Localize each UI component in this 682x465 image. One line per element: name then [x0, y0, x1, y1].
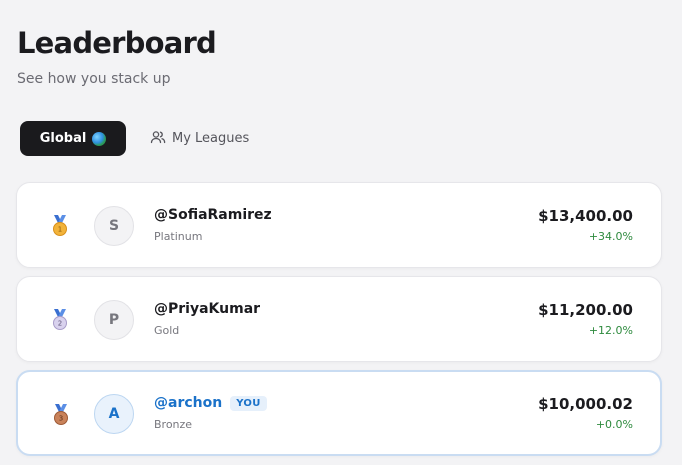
portfolio-amount: $13,400.00 [538, 207, 633, 225]
percent-change: +0.0% [595, 418, 633, 431]
avatar: A [94, 394, 134, 434]
username-text: @archon [154, 395, 223, 411]
tier-label: Gold [154, 324, 180, 337]
username-text: @PriyaKumar [154, 301, 261, 317]
tier-label: Bronze [154, 418, 193, 431]
svg-text:1: 1 [58, 226, 62, 234]
avatar: S [94, 206, 134, 246]
username[interactable]: @PriyaKumar [154, 301, 260, 317]
silver-medal-icon: 2 [51, 309, 69, 331]
tab-my-leagues-label: My Leagues [172, 131, 250, 146]
svg-text:3: 3 [59, 415, 63, 423]
username[interactable]: @SofiaRamirez [154, 207, 272, 223]
tab-global[interactable]: Global [20, 121, 126, 156]
users-icon [150, 129, 166, 149]
leaderboard-row-current-user[interactable]: 3 A @archon YOU Bronze $10,000.02 +0.0% [16, 370, 662, 456]
svg-text:2: 2 [58, 320, 62, 328]
page-title: Leaderboard [17, 26, 217, 60]
percent-change: +12.0% [588, 324, 633, 337]
gold-medal-icon: 1 [51, 215, 69, 237]
portfolio-amount: $10,000.02 [538, 395, 633, 413]
leaderboard-row[interactable]: 1 S @SofiaRamirez Platinum $13,400.00 +3… [16, 182, 662, 268]
percent-change: +34.0% [588, 230, 633, 243]
globe-icon [92, 131, 107, 146]
tab-my-leagues[interactable]: My Leagues [150, 129, 249, 149]
bronze-medal-icon: 3 [52, 404, 70, 426]
tab-global-label: Global [39, 131, 87, 146]
tier-label: Platinum [154, 230, 203, 243]
leaderboard-list: 1 S @SofiaRamirez Platinum $13,400.00 +3… [16, 182, 662, 464]
you-badge: YOU [230, 395, 267, 411]
avatar: P [94, 300, 134, 340]
portfolio-amount: $11,200.00 [538, 301, 633, 319]
leaderboard-tabs: Global My Leagues [20, 121, 249, 156]
leaderboard-row[interactable]: 2 P @PriyaKumar Gold $11,200.00 +12.0% [16, 276, 662, 362]
username-text: @SofiaRamirez [154, 207, 272, 223]
page-subtitle: See how you stack up [17, 71, 171, 87]
username[interactable]: @archon YOU [154, 395, 267, 411]
